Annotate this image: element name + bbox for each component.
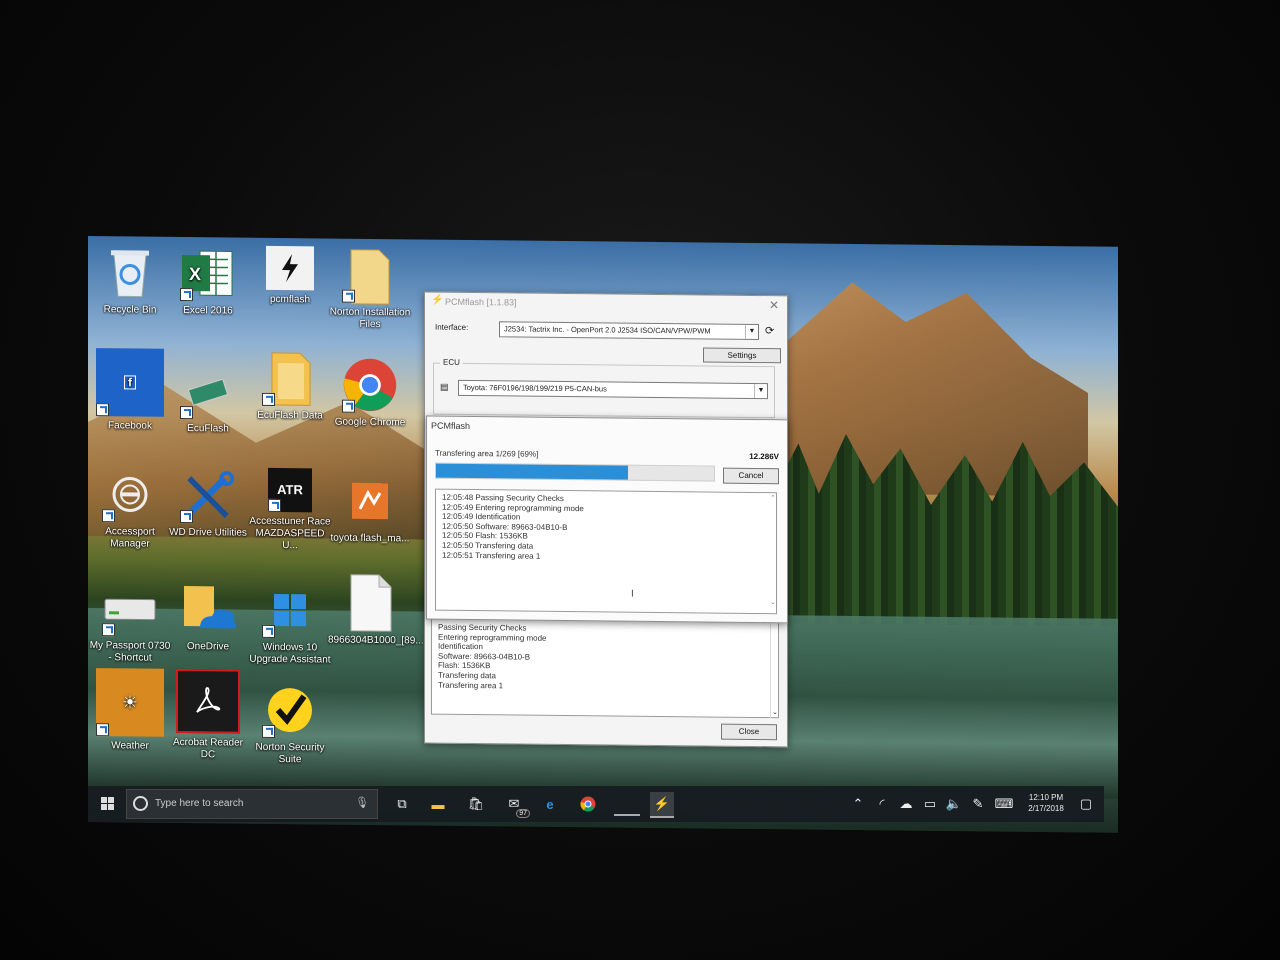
desktop-icon-norton-installation[interactable]: Norton Installation Files bbox=[328, 247, 412, 332]
ecu-select[interactable]: Toyota: 76F0196/198/199/219 P5-CAN-bus ▼ bbox=[458, 379, 768, 400]
microphone-icon[interactable]: 🎙 bbox=[355, 796, 369, 809]
weather-icon: ☀ bbox=[96, 668, 164, 737]
desktop-icon-acrobat[interactable]: Acrobat Reader DC bbox=[166, 668, 250, 762]
settings-button[interactable]: Settings bbox=[703, 347, 781, 364]
interface-label: Interface: bbox=[435, 322, 469, 332]
progress-log-lines: 12:05:48 Passing Security Checks 12:05:49… bbox=[442, 493, 770, 564]
pcmflash-icon bbox=[266, 245, 314, 291]
cancel-button[interactable]: Cancel bbox=[723, 467, 779, 485]
desktop-icon-toyota-flash[interactable]: toyota flash_ma... bbox=[328, 473, 412, 546]
chrome-taskbar-icon[interactable] bbox=[578, 794, 598, 814]
keyboard-icon[interactable]: ⌨ bbox=[994, 794, 1014, 814]
desktop-icon-recycle-bin[interactable]: Recycle Bin bbox=[88, 244, 172, 317]
mail-icon[interactable]: ✉ 97 bbox=[504, 794, 530, 818]
accessport-icon bbox=[102, 466, 158, 523]
desktop-icon-wd-drive-utilities[interactable]: WD Drive Utilities bbox=[166, 467, 250, 540]
progress-log-scrollbar[interactable]: ⌃ ⌄ bbox=[769, 494, 779, 606]
chevron-down-icon: ⌄ bbox=[770, 599, 776, 607]
desktop-icon-ecuflash[interactable]: EcuFlash bbox=[166, 363, 250, 436]
facebook-icon: f bbox=[96, 348, 164, 417]
desktop-screen: Recycle Bin f Facebook Accessport Manage… bbox=[88, 236, 1118, 833]
chevron-down-icon: ▼ bbox=[745, 324, 758, 340]
volume-icon[interactable]: 🔈 bbox=[944, 794, 964, 814]
log-scrollbar[interactable]: ⌄ bbox=[770, 622, 781, 719]
folder-icon bbox=[262, 350, 318, 407]
desktop-icon-onedrive[interactable]: OneDrive bbox=[166, 581, 250, 654]
wd-tools-icon bbox=[180, 467, 236, 524]
pcmflash-icon: ⚡ bbox=[431, 294, 444, 306]
desktop-icon-google-chrome[interactable]: Google Chrome bbox=[328, 357, 412, 430]
notifications-icon[interactable]: ▢ bbox=[1076, 794, 1096, 814]
voltage-readout: 12.286V bbox=[749, 451, 779, 462]
chevron-up-icon[interactable]: ⌃ bbox=[848, 794, 868, 814]
norton-icon bbox=[262, 682, 318, 739]
file-explorer-icon[interactable]: ▬ bbox=[428, 794, 448, 814]
chevron-down-icon: ⌄ bbox=[772, 709, 778, 717]
main-log-panel[interactable]: Passing Security Checks Entering reprogra… bbox=[431, 618, 779, 719]
wifi-icon[interactable]: ◜ bbox=[872, 794, 892, 814]
drive-icon bbox=[102, 580, 158, 637]
folder-icon bbox=[342, 247, 398, 305]
desktop-icon-8966304b1000[interactable]: 8966304B1000_[89... bbox=[328, 574, 424, 648]
clock-date: 2/17/2018 bbox=[1028, 804, 1064, 813]
chrome-icon bbox=[342, 357, 398, 414]
taskbar-app-slot[interactable] bbox=[614, 794, 640, 816]
chevron-up-icon: ⌃ bbox=[770, 495, 776, 503]
ecuflash-icon bbox=[180, 363, 236, 420]
task-view-icon[interactable]: ⧉ bbox=[392, 794, 412, 814]
toyota-flash-icon bbox=[342, 473, 398, 530]
recycle-bin-icon bbox=[102, 244, 158, 301]
desktop-icon-ecuflash-data[interactable]: EcuFlash Data bbox=[248, 350, 332, 423]
ecu-group-label: ECU bbox=[440, 357, 463, 367]
chevron-down-icon: ▼ bbox=[754, 383, 767, 399]
close-icon[interactable]: ✕ bbox=[769, 298, 779, 312]
desktop-icon-accessport[interactable]: Accessport Manager bbox=[88, 466, 172, 551]
onedrive-tray-icon[interactable]: ☁ bbox=[896, 794, 916, 814]
desktop-icon-my-passport[interactable]: My Passport 0730 - Shortcut bbox=[88, 580, 172, 665]
close-button[interactable]: Close bbox=[721, 723, 777, 741]
interface-select[interactable]: J2534: Tactrix Inc. - OpenPort 2.0 J2534… bbox=[499, 321, 759, 341]
progress-status-text: Transfering area 1/269 [69%] bbox=[435, 448, 539, 459]
acrobat-icon bbox=[176, 668, 240, 734]
main-log-lines: Passing Security Checks Entering reprogra… bbox=[438, 623, 772, 694]
desktop-icon-pcmflash[interactable]: pcmflash bbox=[248, 245, 332, 307]
progress-log-panel[interactable]: 12:05:48 Passing Security Checks 12:05:49… bbox=[435, 488, 777, 615]
progress-dialog[interactable]: PCMflash Transfering area 1/269 [69%] 12… bbox=[426, 415, 788, 624]
main-window-title: PCMflash [1.1.83] bbox=[445, 296, 517, 308]
desktop-icon-norton-security[interactable]: Norton Security Suite bbox=[248, 682, 332, 767]
clock-time: 12:10 PM bbox=[1028, 793, 1064, 802]
start-button[interactable] bbox=[98, 794, 118, 814]
taskbar-search[interactable]: Type here to search 🎙 bbox=[126, 789, 378, 819]
onedrive-icon bbox=[180, 581, 236, 638]
taskbar: Type here to search 🎙 ⧉ ▬ 🛍 ✉ 97 e ⚡ ⌃ ◜ … bbox=[88, 786, 1104, 822]
progress-bar-fill bbox=[436, 463, 628, 480]
chip-icon: ▤ bbox=[440, 381, 449, 392]
battery-icon[interactable]: ▭ bbox=[920, 794, 940, 814]
desktop-icon-excel[interactable]: X Excel 2016 bbox=[166, 245, 250, 318]
search-placeholder: Type here to search bbox=[155, 798, 244, 809]
text-cursor-icon: I bbox=[631, 588, 634, 600]
windows-icon bbox=[262, 582, 318, 639]
pcmflash-taskbar-icon[interactable]: ⚡ bbox=[650, 792, 674, 818]
clock[interactable]: 12:10 PM 2/17/2018 bbox=[1022, 792, 1070, 814]
desktop-icon-accesstuner[interactable]: ATR Accesstuner Race MAZDASPEED U... bbox=[248, 467, 332, 553]
desktop-icon-weather[interactable]: ☀ Weather bbox=[88, 668, 172, 753]
svg-text:X: X bbox=[189, 264, 201, 284]
progress-bar bbox=[435, 462, 715, 482]
cortana-icon bbox=[133, 796, 148, 811]
ecu-group: ECU ▤ Toyota: 76F0196/198/199/219 P5-CAN… bbox=[433, 357, 775, 419]
log-line: 12:05:51 Transfering area 1 bbox=[442, 550, 541, 561]
store-icon[interactable]: 🛍 bbox=[466, 794, 486, 814]
edge-icon[interactable]: e bbox=[540, 794, 560, 814]
desktop-icon-windows-upgrade[interactable]: Windows 10 Upgrade Assistant bbox=[248, 582, 332, 667]
excel-icon: X bbox=[180, 245, 236, 302]
atr-icon: ATR bbox=[268, 467, 312, 513]
file-icon bbox=[342, 574, 398, 632]
desktop-icon-facebook[interactable]: f Facebook bbox=[88, 348, 172, 433]
progress-dialog-title: PCMflash bbox=[431, 420, 471, 432]
pen-icon[interactable]: ✎ bbox=[968, 794, 988, 814]
refresh-icon[interactable]: ⟳ bbox=[765, 324, 774, 337]
mail-badge: 97 bbox=[516, 809, 530, 818]
